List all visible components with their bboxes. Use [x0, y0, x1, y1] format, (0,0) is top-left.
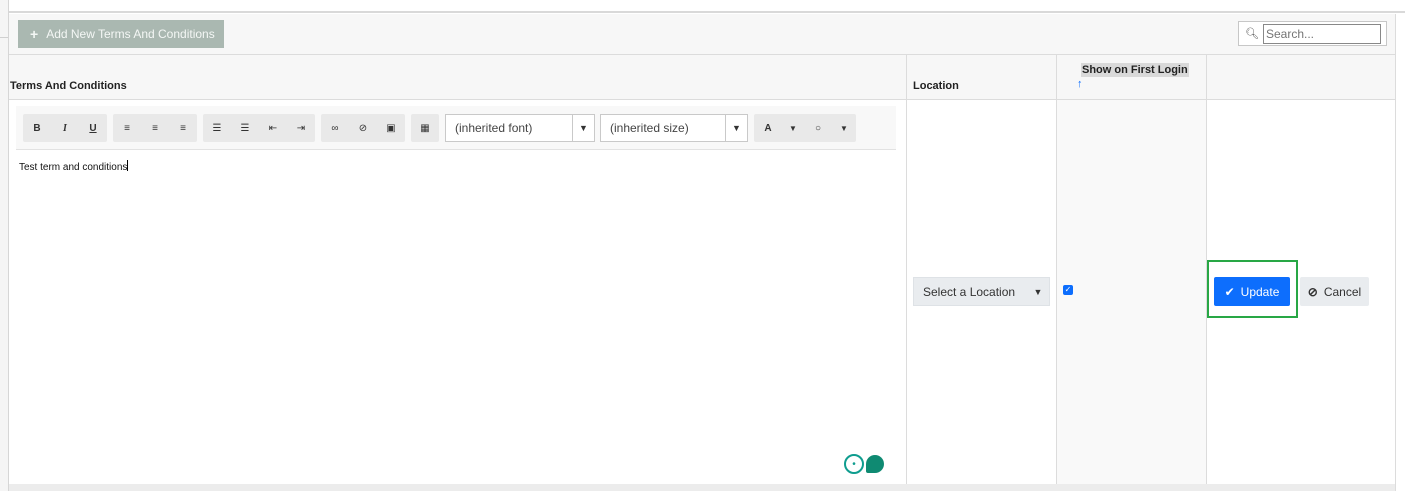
align-group: ≡ ≡ ≡: [113, 114, 197, 142]
column-header-terms[interactable]: Terms And Conditions: [9, 55, 907, 100]
unlink-icon[interactable]: ⊘: [349, 114, 377, 142]
chat-bubble-icon[interactable]: [866, 455, 884, 473]
add-terms-button[interactable]: + Add New Terms And Conditions: [18, 20, 224, 48]
location-dropdown-icon: ▼: [1033, 286, 1043, 297]
italic-button[interactable]: I: [51, 114, 79, 142]
cell-actions: ✔ Update ⊘ Cancel: [1207, 100, 1395, 484]
editor-content[interactable]: Test term and conditions: [19, 160, 129, 173]
column-header-location-label: Location: [913, 80, 959, 92]
font-size-dropdown-icon: ▼: [725, 115, 747, 141]
column-header-show-first-login[interactable]: Show on First Login ↑: [1057, 55, 1207, 100]
column-header-actions: [1207, 55, 1395, 100]
font-family-select[interactable]: (inherited font) ▼: [445, 114, 595, 142]
bold-button[interactable]: B: [23, 114, 51, 142]
update-label: Update: [1240, 284, 1280, 299]
sort-ascending-icon: ↑: [1077, 78, 1083, 90]
search-icon: 🔍︎: [1245, 28, 1259, 40]
vertical-scrollbar[interactable]: [1395, 14, 1405, 491]
search-input[interactable]: [1262, 23, 1381, 44]
plus-icon: +: [30, 26, 39, 42]
font-size-select[interactable]: (inherited size) ▼: [600, 114, 748, 142]
cell-terms-editor: B I U ≡ ≡ ≡ ☰ ☰ ⇤ ⇥ ∞ ⊘ ▣ ▦ (inherited f…: [9, 100, 907, 484]
font-color-dropdown-icon[interactable]: ▼: [782, 114, 804, 142]
align-center-icon[interactable]: ≡: [141, 114, 169, 142]
column-header-show-first-login-label: Show on First Login: [1081, 63, 1189, 77]
location-select[interactable]: Select a Location ▼: [913, 277, 1050, 306]
background-color-dropdown-icon[interactable]: ▼: [832, 114, 856, 142]
horizontal-scrollbar[interactable]: [9, 484, 1395, 491]
color-group: A ▼ ○ ▼: [754, 114, 856, 142]
terms-grid: Terms And Conditions Location Show on Fi…: [9, 55, 1395, 491]
lightbulb-icon[interactable]: •: [844, 454, 864, 474]
table-icon[interactable]: ▦: [411, 114, 439, 142]
format-group: B I U: [23, 114, 107, 142]
column-header-terms-label: Terms And Conditions: [10, 80, 127, 92]
cell-location: Select a Location ▼: [907, 100, 1057, 484]
table-group: ▦: [411, 114, 439, 142]
editor-text: Test term and conditions: [19, 162, 128, 173]
bullet-list-icon[interactable]: ☰: [203, 114, 231, 142]
indent-icon[interactable]: ⇥: [287, 114, 315, 142]
background-color-icon[interactable]: ○: [804, 114, 832, 142]
font-family-value: (inherited font): [455, 121, 533, 135]
insert-group: ∞ ⊘ ▣: [321, 114, 405, 142]
grammar-assistant[interactable]: •: [844, 454, 884, 474]
column-header-location[interactable]: Location: [907, 55, 1057, 100]
font-family-dropdown-icon: ▼: [572, 115, 594, 141]
location-select-value: Select a Location: [923, 284, 1016, 299]
left-panel-edge: [0, 0, 8, 491]
link-icon[interactable]: ∞: [321, 114, 349, 142]
cancel-button[interactable]: ⊘ Cancel: [1300, 277, 1369, 306]
numbered-list-icon[interactable]: ☰: [231, 114, 259, 142]
image-icon[interactable]: ▣: [377, 114, 405, 142]
left-panel-tick: [0, 37, 8, 38]
cancel-label: Cancel: [1323, 284, 1362, 299]
list-group: ☰ ☰ ⇤ ⇥: [203, 114, 315, 142]
update-button[interactable]: ✔ Update: [1214, 277, 1290, 306]
grid-toolbar: + Add New Terms And Conditions 🔍︎: [9, 14, 1395, 55]
show-first-login-checkbox[interactable]: ✓: [1063, 285, 1073, 295]
cancel-ban-icon: ⊘: [1307, 284, 1318, 299]
font-size-value: (inherited size): [610, 121, 689, 135]
underline-button[interactable]: U: [79, 114, 107, 142]
search-box: 🔍︎: [1238, 21, 1387, 46]
rich-text-editor: B I U ≡ ≡ ≡ ☰ ☰ ⇤ ⇥ ∞ ⊘ ▣ ▦ (inherited f…: [16, 106, 896, 480]
cell-show-first-login: ✓: [1057, 100, 1207, 484]
top-strip: [9, 0, 1405, 13]
text-caret: [127, 160, 129, 171]
add-terms-label: Add New Terms And Conditions: [46, 27, 215, 41]
outdent-icon[interactable]: ⇤: [259, 114, 287, 142]
check-icon: ✔: [1224, 284, 1235, 299]
align-right-icon[interactable]: ≡: [169, 114, 197, 142]
font-color-icon[interactable]: A: [754, 114, 782, 142]
editor-toolbar: B I U ≡ ≡ ≡ ☰ ☰ ⇤ ⇥ ∞ ⊘ ▣ ▦ (inherited f…: [16, 106, 896, 150]
align-left-icon[interactable]: ≡: [113, 114, 141, 142]
